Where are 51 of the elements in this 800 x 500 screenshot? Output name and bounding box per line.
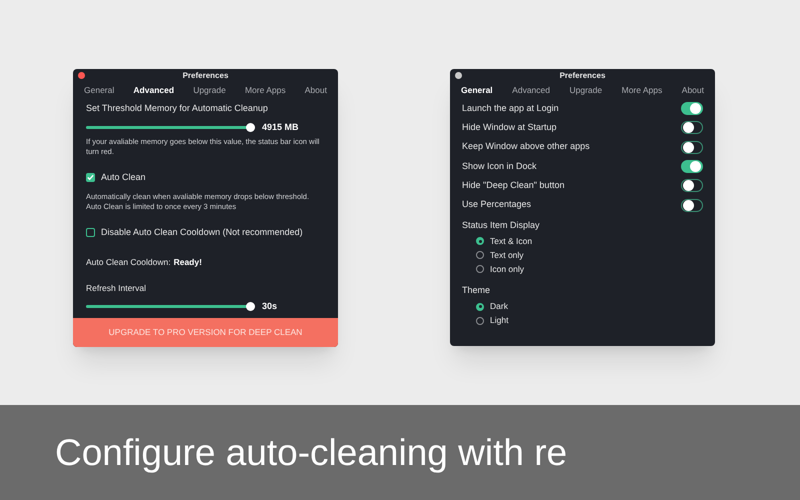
toggle-label: Use Percentages [462,198,532,212]
checkbox[interactable] [86,228,95,237]
checkbox-label: Disable Auto Clean Cooldown (Not recommended) [101,226,303,239]
tab[interactable]: Upgrade [193,84,226,96]
tab[interactable]: About [682,84,704,96]
radio-label: Light [490,314,508,328]
toggle-label: Show Icon in Dock [462,160,537,173]
radio-button[interactable] [476,265,484,274]
toggle-switch[interactable] [681,198,703,212]
toggle-switch[interactable] [681,140,703,154]
slider-thumb[interactable] [246,302,254,311]
radio-button[interactable] [476,237,484,246]
radio-label: Text & Icon [490,234,532,248]
tab[interactable]: General [461,84,493,96]
toggle-label: Hide Window at Startup [462,121,557,134]
slider-value: 4915 MB [262,120,299,134]
radio-button[interactable] [476,251,484,260]
close-button[interactable] [455,72,462,79]
toggle-switch[interactable] [681,160,703,174]
toggle-switch[interactable] [681,179,703,192]
group-title: Status Item Display [462,218,541,232]
status-value: Ready! [174,256,202,269]
checkbox[interactable] [86,173,95,182]
toggle-label: Keep Window above other apps [462,140,590,154]
tab[interactable]: Advanced [133,84,174,96]
toggle-label: Launch the app at Login [462,102,559,115]
status-label: Auto Clean Cooldown: [86,256,171,269]
toggle-switch[interactable] [681,102,703,116]
tab[interactable]: More Apps [622,84,662,96]
group-title: Theme [462,284,492,298]
slider-thumb[interactable] [246,122,254,132]
slider-value: 30s [262,300,278,312]
tab[interactable]: Upgrade [570,84,602,96]
tab[interactable]: General [84,84,114,96]
checkbox-label: Auto Clean [101,171,146,184]
toggle-switch[interactable] [681,121,703,134]
tab[interactable]: Advanced [512,84,550,96]
setting-label: Refresh Interval [86,282,147,294]
tab[interactable]: More Apps [244,84,286,96]
setting-label: Set Threshold Memory for Automatic Cleanup [86,102,269,115]
tab[interactable]: About [304,84,327,96]
radio-label: Dark [490,300,508,314]
caption: Configure auto-cleaning with re [55,430,568,475]
radio-button[interactable] [476,316,484,325]
toggle-label: Hide "Deep Clean" button [462,179,564,192]
radio-label: Text only [490,248,524,262]
radio-button[interactable] [476,302,484,311]
radio-label: Icon only [490,262,524,276]
close-button[interactable] [78,72,85,79]
window-title: Preferences [182,70,228,82]
window-title: Preferences [560,70,606,82]
